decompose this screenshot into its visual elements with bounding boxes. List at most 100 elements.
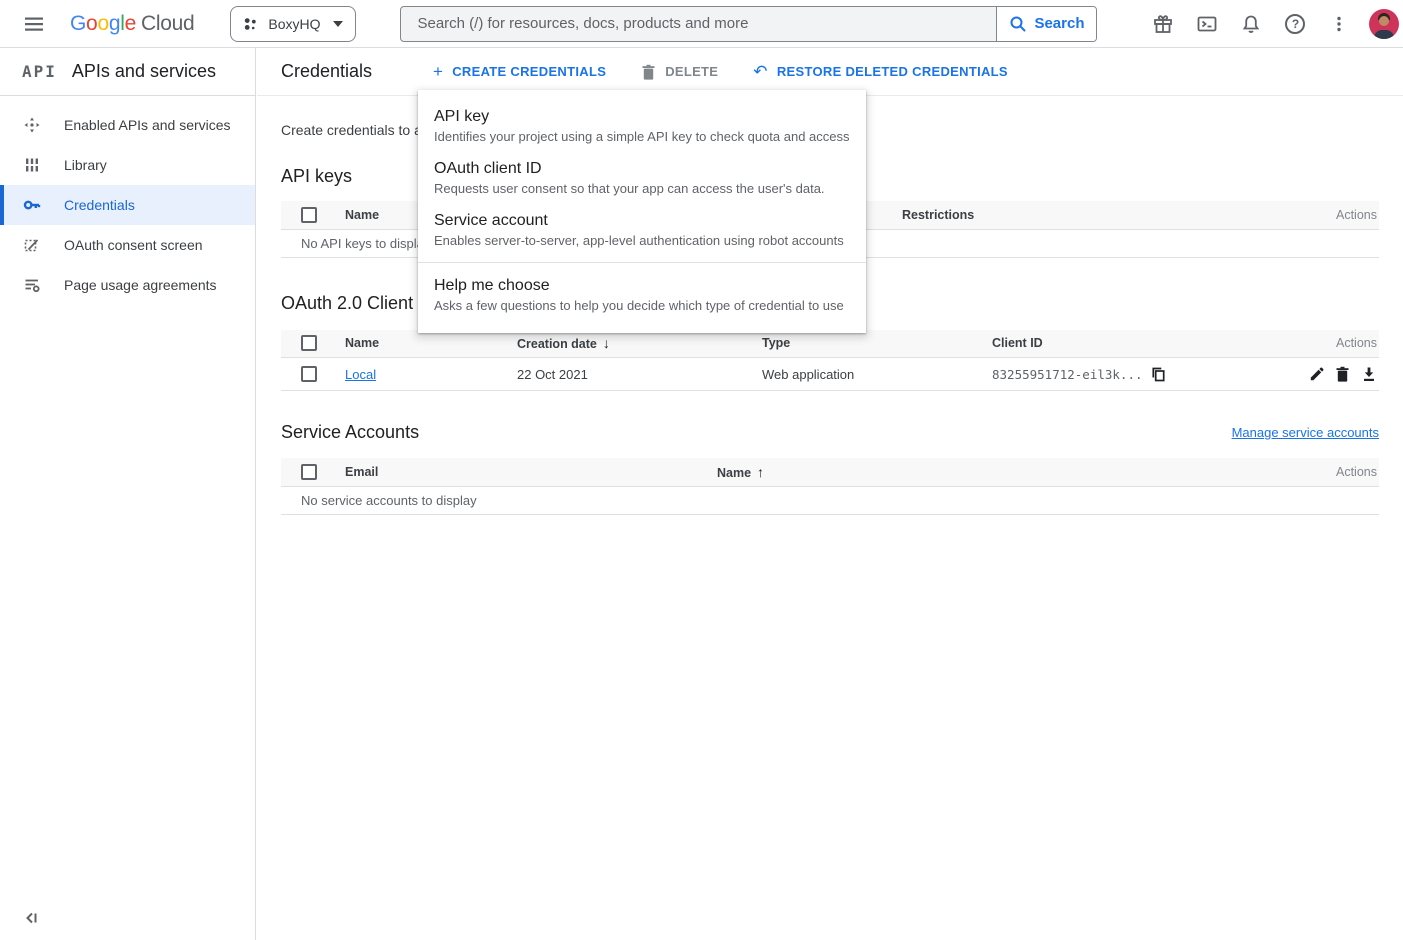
avatar-face — [1379, 16, 1389, 26]
create-credentials-label: CREATE CREDENTIALS — [452, 64, 606, 79]
trash-icon — [641, 64, 656, 80]
navigation-menu-icon[interactable] — [22, 12, 46, 36]
service-accounts-heading: Service Accounts — [281, 422, 419, 443]
oauth-client-id: 83255951712-eil3k... — [992, 367, 1287, 382]
column-header-email[interactable]: Email — [345, 458, 717, 486]
search-button[interactable]: Search — [996, 7, 1096, 41]
sidebar-item-label: Page usage agreements — [64, 277, 217, 293]
search-input-wrap — [401, 7, 996, 41]
oauth-client-type: Web application — [762, 358, 992, 391]
search-bar: Search — [400, 6, 1097, 42]
menu-item-oauth-client-id[interactable]: OAuth client ID Requests user consent so… — [418, 158, 866, 198]
sidebar-item-label: Library — [64, 157, 107, 173]
menu-item-description: Asks a few questions to help you decide … — [434, 297, 850, 315]
service-accounts-table: Email Name↑ Actions No service accounts … — [281, 458, 1379, 515]
column-header-creation-date[interactable]: Creation date↓ — [517, 330, 762, 358]
sort-ascending-icon: ↑ — [757, 464, 764, 480]
page-header: Credentials + CREATE CREDENTIALS DELETE … — [257, 48, 1403, 96]
sidebar-item-page-usage[interactable]: Page usage agreements — [0, 265, 255, 305]
topbar-icons: ? — [1151, 12, 1351, 36]
manage-service-accounts-link[interactable]: Manage service accounts — [1232, 425, 1379, 440]
help-icon[interactable]: ? — [1283, 12, 1307, 36]
column-header-name[interactable]: Name — [345, 330, 517, 358]
service-accounts-heading-row: Service Accounts Manage service accounts — [281, 422, 1379, 443]
gift-icon[interactable] — [1151, 12, 1175, 36]
delete-label: DELETE — [665, 64, 718, 79]
service-accounts-table-header: Email Name↑ Actions — [281, 458, 1379, 486]
oauth-client-creation-date: 22 Oct 2021 — [517, 358, 762, 391]
menu-item-help-me-choose[interactable]: Help me choose Asks a few questions to h… — [418, 275, 866, 315]
column-header-actions: Actions — [1327, 201, 1379, 229]
column-header-type[interactable]: Type — [762, 330, 992, 358]
cloud-shell-icon[interactable] — [1195, 12, 1219, 36]
logo-letter: o — [86, 12, 97, 36]
search-icon — [1009, 15, 1027, 33]
sidebar: API APIs and services Enabled APIs and s… — [0, 48, 256, 940]
create-credentials-button[interactable]: + CREATE CREDENTIALS — [433, 63, 606, 80]
create-credentials-menu: API key Identifies your project using a … — [418, 90, 866, 333]
menu-item-title: OAuth client ID — [434, 158, 850, 179]
more-options-kebab-icon[interactable] — [1327, 12, 1351, 36]
menu-divider — [418, 262, 866, 263]
oauth-clients-table: Name Creation date↓ Type Client ID Actio… — [281, 330, 1379, 392]
sidebar-item-label: Credentials — [64, 197, 135, 213]
logo-letter: g — [109, 12, 120, 36]
service-accounts-empty-text: No service accounts to display — [281, 486, 1379, 514]
sidebar-item-credentials[interactable]: Credentials — [0, 185, 255, 225]
menu-item-service-account[interactable]: Service account Enables server-to-server… — [418, 210, 866, 250]
key-icon — [22, 195, 42, 215]
question-mark-glyph: ? — [1285, 14, 1305, 34]
agreements-icon — [22, 276, 42, 294]
page-title: Credentials — [281, 61, 433, 82]
edit-pencil-icon[interactable] — [1308, 366, 1325, 383]
column-header-client-id[interactable]: Client ID — [992, 330, 1287, 358]
menu-item-title: API key — [434, 106, 850, 127]
sidebar-item-library[interactable]: Library — [0, 145, 255, 185]
collapse-sidebar-icon[interactable] — [22, 908, 42, 928]
menu-item-api-key[interactable]: API key Identifies your project using a … — [418, 106, 866, 146]
delete-button[interactable]: DELETE — [641, 64, 718, 80]
restore-deleted-credentials-button[interactable]: ↶ RESTORE DELETED CREDENTIALS — [753, 63, 1008, 80]
sidebar-nav: Enabled APIs and services Library Creden… — [0, 96, 255, 305]
menu-item-title: Service account — [434, 210, 850, 231]
logo-cloud-text: Cloud — [141, 12, 194, 36]
library-icon — [22, 156, 42, 174]
sidebar-item-label: Enabled APIs and services — [64, 117, 231, 133]
top-bar: Google Cloud BoxyHQ Search ? — [0, 0, 1403, 48]
user-avatar[interactable] — [1369, 9, 1399, 39]
project-name: BoxyHQ — [268, 16, 320, 32]
select-all-checkbox[interactable] — [301, 207, 317, 223]
oauth-client-name-link[interactable]: Local — [345, 367, 376, 382]
undo-icon: ↶ — [753, 63, 768, 80]
select-all-checkbox[interactable] — [301, 464, 317, 480]
logo-letter: G — [70, 12, 86, 36]
copy-icon[interactable] — [1151, 367, 1166, 382]
avatar-body — [1374, 30, 1394, 39]
consent-screen-icon — [22, 236, 42, 254]
search-input[interactable] — [417, 15, 980, 32]
select-all-checkbox[interactable] — [301, 335, 317, 351]
menu-item-description: Requests user consent so that your app c… — [434, 180, 850, 198]
sidebar-item-oauth-consent[interactable]: OAuth consent screen — [0, 225, 255, 265]
sidebar-item-enabled-apis[interactable]: Enabled APIs and services — [0, 105, 255, 145]
delete-trash-icon[interactable] — [1334, 366, 1351, 383]
api-product-icon: API — [22, 62, 57, 81]
download-icon[interactable] — [1360, 366, 1377, 383]
column-header-actions: Actions — [1287, 330, 1379, 358]
project-picker-button[interactable]: BoxyHQ — [230, 6, 356, 42]
enabled-apis-icon — [22, 116, 42, 134]
chevron-down-icon — [333, 21, 343, 27]
row-checkbox[interactable] — [301, 366, 317, 382]
menu-item-description: Identifies your project using a simple A… — [434, 128, 850, 146]
column-header-actions: Actions — [1327, 458, 1379, 486]
logo-letter: o — [97, 12, 108, 36]
sidebar-header: API APIs and services — [0, 48, 255, 96]
notifications-bell-icon[interactable] — [1239, 12, 1263, 36]
column-header-restrictions[interactable]: Restrictions — [902, 201, 1327, 229]
oauth-client-row: Local 22 Oct 2021 Web application 832559… — [281, 358, 1379, 391]
sort-descending-icon: ↓ — [603, 335, 610, 351]
column-header-name[interactable]: Name↑ — [717, 458, 1327, 486]
google-cloud-logo[interactable]: Google Cloud — [70, 12, 194, 36]
service-accounts-empty-row: No service accounts to display — [281, 486, 1379, 514]
sidebar-item-label: OAuth consent screen — [64, 237, 203, 253]
